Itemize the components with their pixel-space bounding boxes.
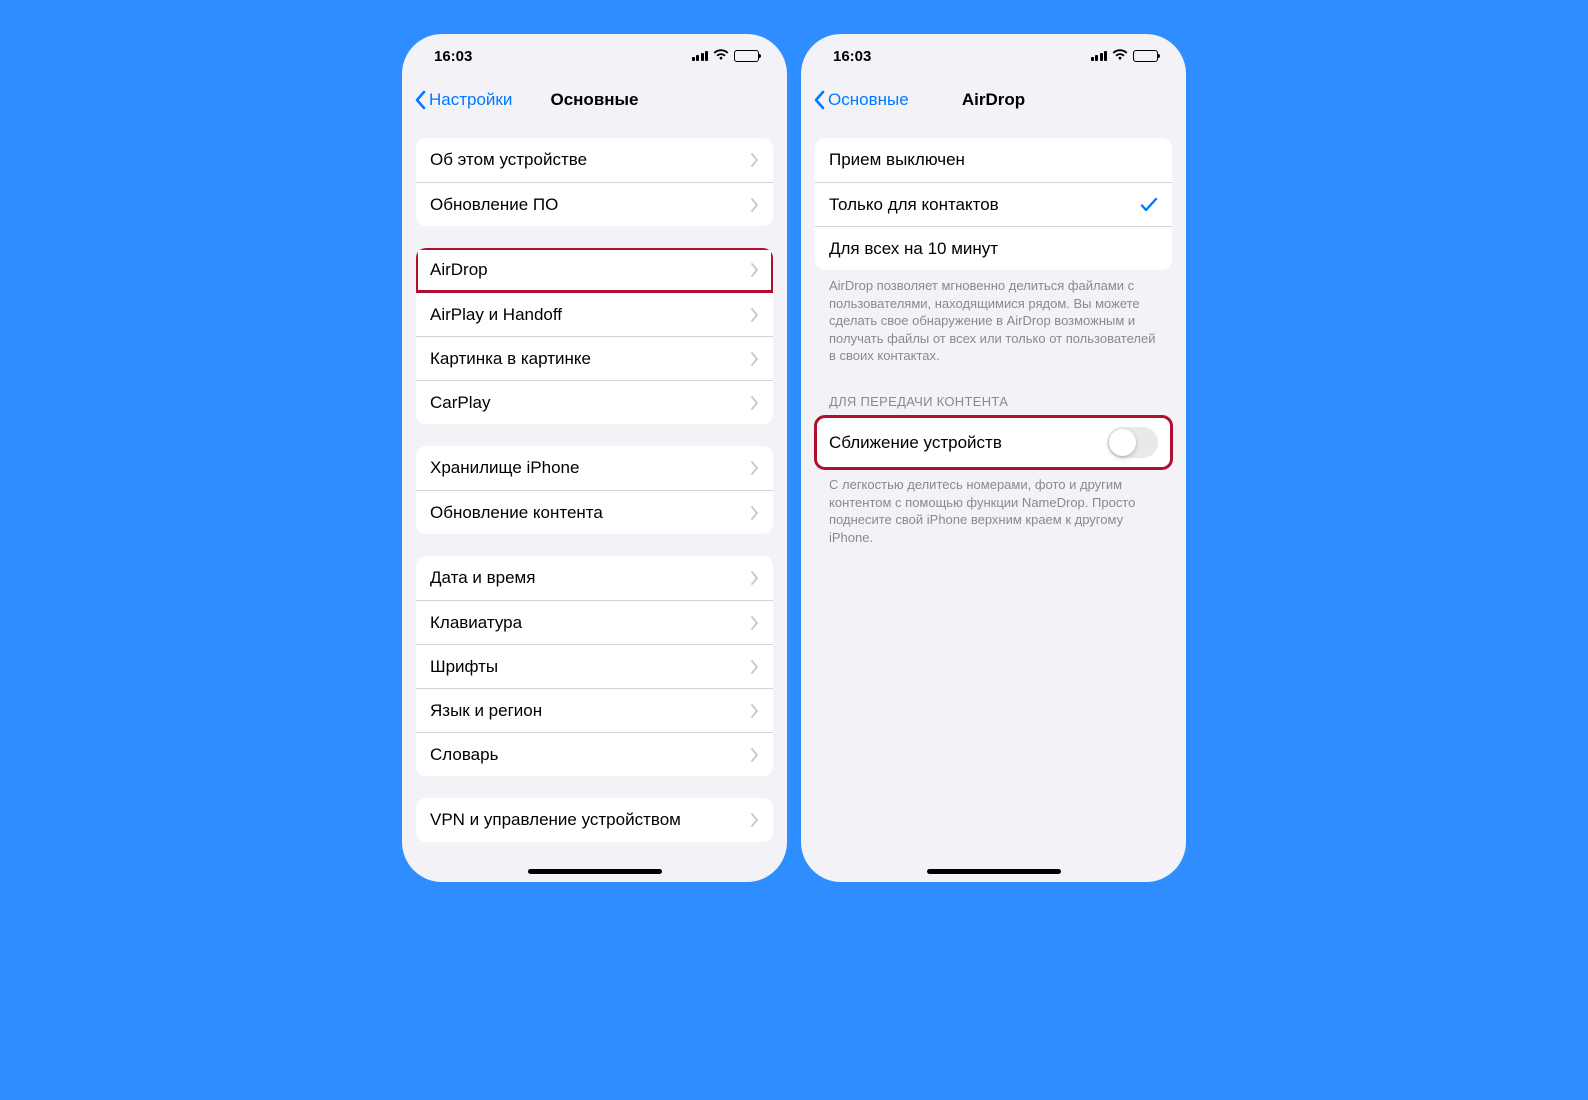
home-indicator[interactable] [528, 869, 662, 874]
row-bring-devices-together[interactable]: Сближение устройств [815, 416, 1172, 469]
chevron-right-icon [751, 506, 759, 520]
row-vpn-device-management[interactable]: VPN и управление устройством [416, 798, 773, 842]
home-indicator[interactable] [927, 869, 1061, 874]
row-label: Сближение устройств [829, 433, 1002, 453]
phone-screen-general: 16:03 Настройки Основные Об этом устройс… [402, 34, 787, 882]
row-dictionary[interactable]: Словарь [416, 732, 773, 776]
row-label: Только для контактов [829, 195, 999, 215]
nav-bar: Настройки Основные [402, 78, 787, 122]
wifi-icon [1112, 48, 1128, 65]
chevron-right-icon [751, 748, 759, 762]
chevron-right-icon [751, 616, 759, 630]
row-label: CarPlay [430, 393, 490, 413]
chevron-right-icon [751, 153, 759, 167]
battery-icon [734, 50, 759, 62]
row-label: Прием выключен [829, 150, 965, 170]
settings-group-2: AirDrop AirPlay и Handoff Картинка в кар… [416, 248, 773, 424]
chevron-right-icon [751, 461, 759, 475]
row-label: Обновление ПО [430, 195, 558, 215]
chevron-right-icon [751, 704, 759, 718]
chevron-right-icon [751, 660, 759, 674]
receive-options-footer: AirDrop позволяет мгновенно делиться фай… [815, 270, 1172, 365]
row-label: Обновление контента [430, 503, 603, 523]
row-picture-in-picture[interactable]: Картинка в картинке [416, 336, 773, 380]
settings-group-1: Об этом устройстве Обновление ПО [416, 138, 773, 226]
status-indicators [692, 48, 760, 65]
toggle-switch[interactable] [1107, 427, 1158, 458]
settings-group-5: VPN и управление устройством [416, 798, 773, 842]
row-label: Об этом устройстве [430, 150, 587, 170]
option-everyone-10min[interactable]: Для всех на 10 минут [815, 226, 1172, 270]
status-time: 16:03 [833, 48, 871, 65]
cellular-icon [692, 51, 709, 61]
row-label: AirPlay и Handoff [430, 305, 562, 325]
option-contacts-only[interactable]: Только для контактов [815, 182, 1172, 226]
status-bar: 16:03 [402, 34, 787, 78]
row-label: AirDrop [430, 260, 488, 280]
transfer-section-header: ДЛЯ ПЕРЕДАЧИ КОНТЕНТА [815, 393, 1172, 417]
chevron-left-icon [813, 90, 825, 110]
back-button[interactable]: Настройки [414, 90, 512, 110]
chevron-right-icon [751, 198, 759, 212]
settings-group-3: Хранилище iPhone Обновление контента [416, 446, 773, 534]
checkmark-icon [1140, 197, 1158, 213]
chevron-right-icon [751, 308, 759, 322]
row-about-device[interactable]: Об этом устройстве [416, 138, 773, 182]
chevron-right-icon [751, 396, 759, 410]
row-fonts[interactable]: Шрифты [416, 644, 773, 688]
row-keyboard[interactable]: Клавиатура [416, 600, 773, 644]
receive-options-list: Прием выключен Только для контактов Для … [815, 138, 1172, 270]
chevron-right-icon [751, 813, 759, 827]
row-label: Шрифты [430, 657, 498, 677]
row-language-region[interactable]: Язык и регион [416, 688, 773, 732]
status-time: 16:03 [434, 48, 472, 65]
row-label: Для всех на 10 минут [829, 239, 998, 259]
row-label: Хранилище iPhone [430, 458, 579, 478]
row-airplay-handoff[interactable]: AirPlay и Handoff [416, 292, 773, 336]
row-date-time[interactable]: Дата и время [416, 556, 773, 600]
transfer-section-footer: С легкостью делитесь номерами, фото и др… [815, 469, 1172, 546]
row-label: Клавиатура [430, 613, 522, 633]
row-software-update[interactable]: Обновление ПО [416, 182, 773, 226]
status-indicators [1091, 48, 1159, 65]
chevron-left-icon [414, 90, 426, 110]
settings-group-4: Дата и время Клавиатура Шрифты Язык и ре… [416, 556, 773, 776]
chevron-right-icon [751, 352, 759, 366]
row-airdrop[interactable]: AirDrop [416, 248, 773, 292]
status-bar: 16:03 [801, 34, 1186, 78]
chevron-right-icon [751, 263, 759, 277]
transfer-section-list: Сближение устройств [815, 416, 1172, 469]
row-iphone-storage[interactable]: Хранилище iPhone [416, 446, 773, 490]
back-label: Настройки [429, 90, 512, 110]
settings-content: Об этом устройстве Обновление ПО AirDrop… [402, 122, 787, 882]
back-label: Основные [828, 90, 909, 110]
nav-bar: Основные AirDrop [801, 78, 1186, 122]
row-label: Словарь [430, 745, 498, 765]
option-receiving-off[interactable]: Прием выключен [815, 138, 1172, 182]
row-content-update[interactable]: Обновление контента [416, 490, 773, 534]
battery-icon [1133, 50, 1158, 62]
cellular-icon [1091, 51, 1108, 61]
wifi-icon [713, 48, 729, 65]
back-button[interactable]: Основные [813, 90, 909, 110]
row-label: Дата и время [430, 568, 535, 588]
chevron-right-icon [751, 571, 759, 585]
row-label: VPN и управление устройством [430, 810, 681, 830]
row-carplay[interactable]: CarPlay [416, 380, 773, 424]
row-label: Картинка в картинке [430, 349, 591, 369]
phone-screen-airdrop: 16:03 Основные AirDrop Прием выключен То… [801, 34, 1186, 882]
airdrop-content: Прием выключен Только для контактов Для … [801, 122, 1186, 882]
row-label: Язык и регион [430, 701, 542, 721]
